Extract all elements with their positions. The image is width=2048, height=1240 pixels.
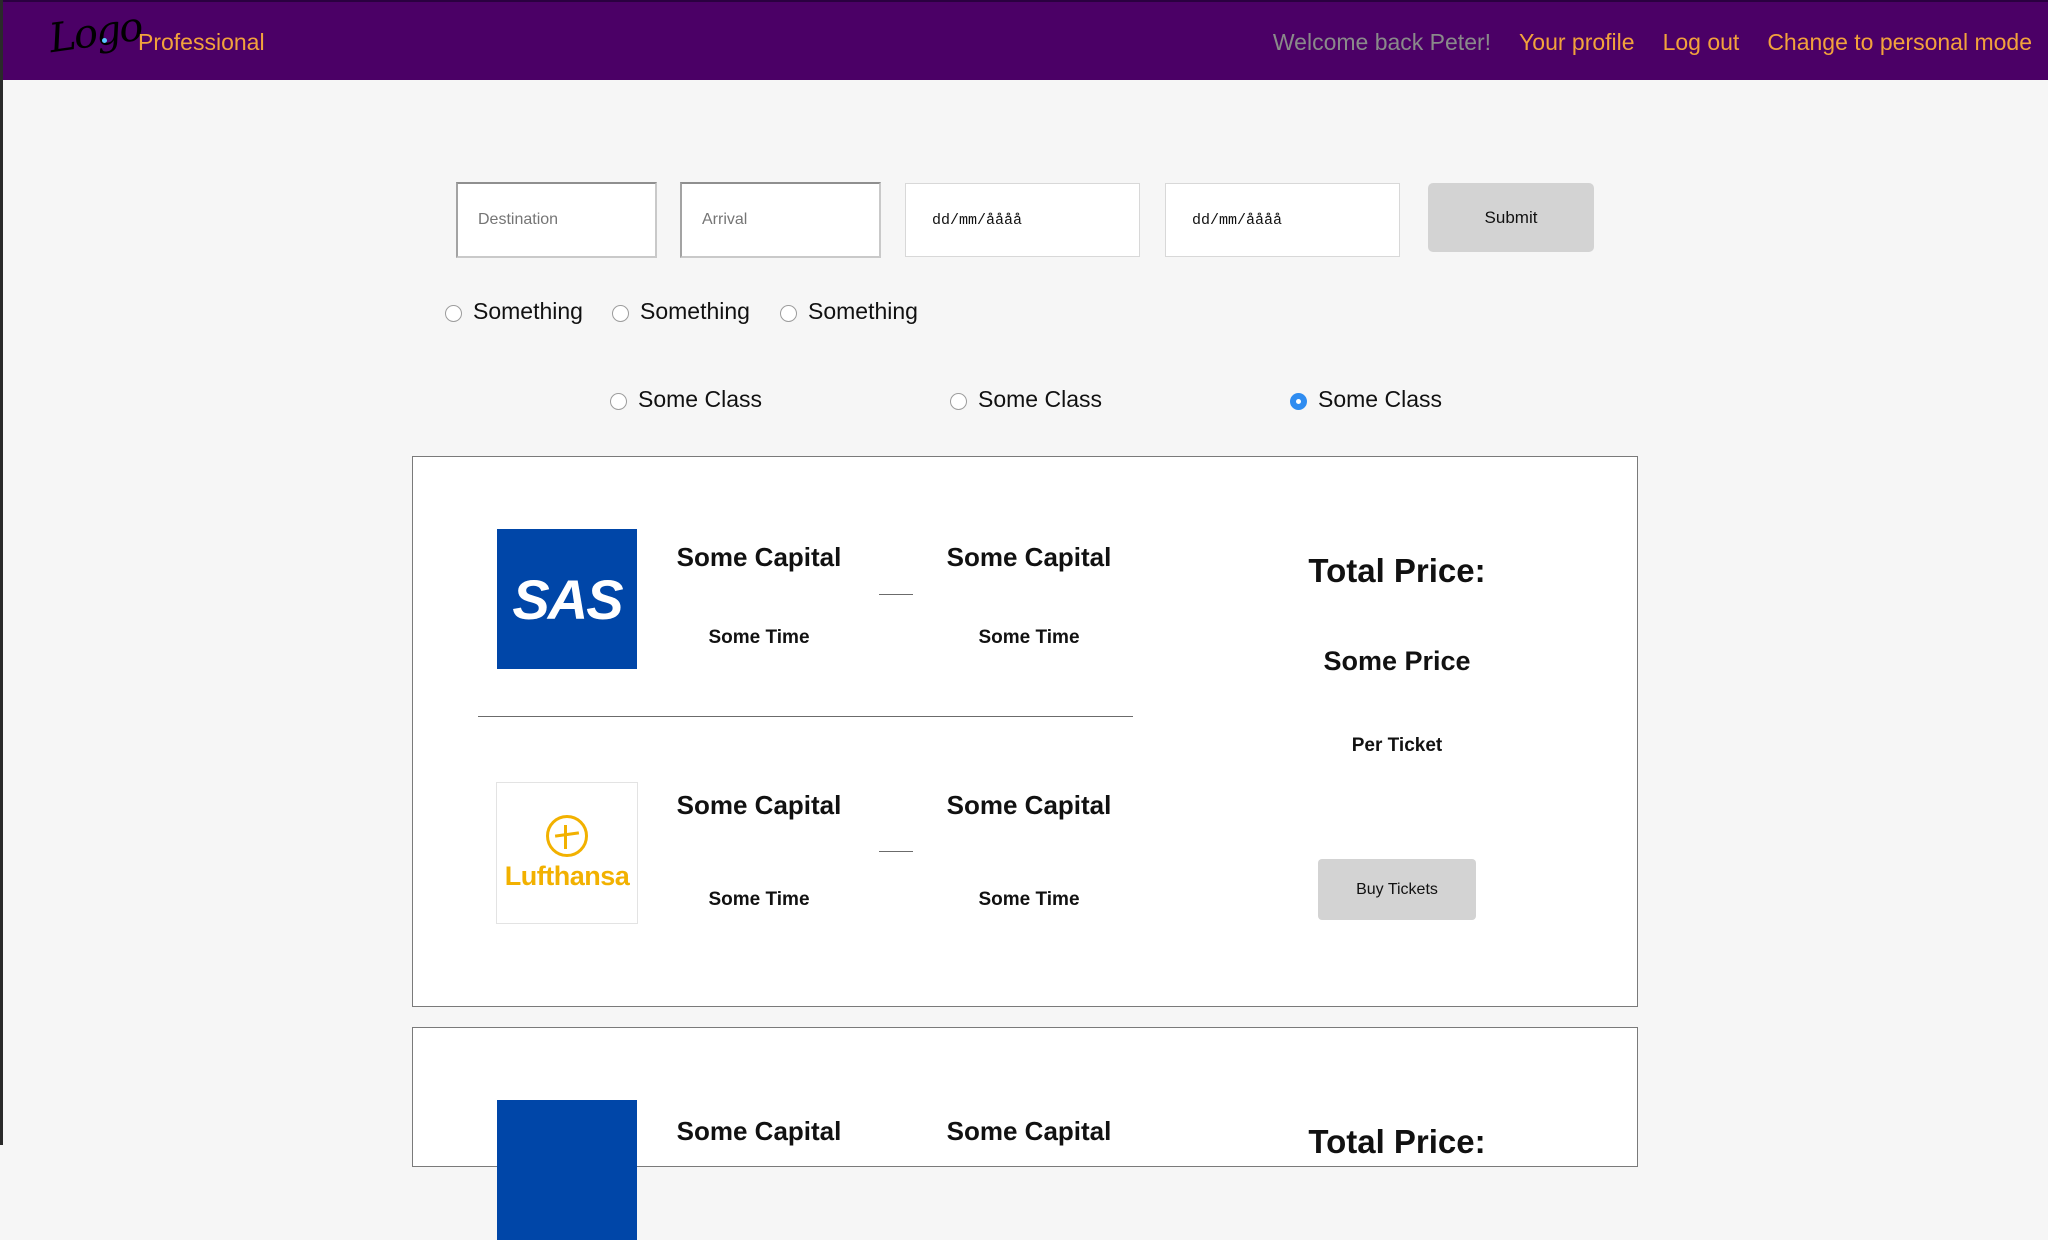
departure-city: Some Capital	[676, 1116, 842, 1146]
class-label: Some Class	[638, 386, 762, 412]
arrival-time: Some Time	[978, 627, 1080, 648]
radio-circle[interactable]	[610, 393, 627, 410]
sas-logo: SAS	[497, 529, 637, 669]
logo[interactable]: Logo	[46, 4, 144, 62]
class-radio-1[interactable]: Some Class	[610, 386, 762, 413]
mode-label[interactable]: Professional	[138, 29, 265, 56]
radio-circle[interactable]	[780, 305, 797, 322]
logo-dot	[102, 38, 107, 43]
arrival-city: Some Capital	[946, 542, 1112, 572]
arrival-city: Some Capital	[946, 790, 1112, 820]
crane-icon	[546, 814, 588, 857]
welcome-text: Welcome back Peter!	[1272, 29, 1492, 55]
total-price-label: Total Price:	[1308, 1123, 1486, 1160]
departure-city: Some Capital	[676, 542, 842, 572]
class-radio-3[interactable]: Some Class	[1290, 386, 1442, 413]
destination-input[interactable]	[456, 182, 657, 258]
option-radio-3[interactable]: Something	[780, 298, 918, 325]
departure-date-input[interactable]: dd/mm/åååå	[905, 183, 1140, 257]
per-ticket-label: Per Ticket	[1351, 735, 1443, 756]
sas-logo	[497, 1100, 637, 1240]
submit-button[interactable]: Submit	[1428, 183, 1594, 252]
departure-city: Some Capital	[676, 790, 842, 820]
radio-circle[interactable]	[950, 393, 967, 410]
radio-circle-checked[interactable]	[1290, 393, 1307, 410]
flight-result-card: SAS Some Capital Some Capital Some Time …	[412, 456, 1638, 1007]
buy-tickets-button[interactable]: Buy Tickets	[1318, 859, 1476, 920]
departure-time: Some Time	[708, 889, 810, 910]
option-label: Something	[640, 298, 750, 324]
option-label: Something	[473, 298, 583, 324]
option-radio-2[interactable]: Something	[612, 298, 750, 325]
departure-date-value: dd/mm/åååå	[932, 211, 1023, 229]
change-mode-link[interactable]: Change to personal mode	[1767, 29, 2032, 56]
radio-circle[interactable]	[612, 305, 629, 322]
arrival-city: Some Capital	[946, 1116, 1112, 1146]
departure-time: Some Time	[708, 627, 810, 648]
flight-result-card: Some Capital Some Capital Total Price:	[412, 1027, 1638, 1240]
logout-link[interactable]: Log out	[1663, 29, 1740, 56]
class-label: Some Class	[1318, 386, 1442, 412]
arrival-input[interactable]	[680, 182, 881, 258]
option-radio-1[interactable]: Something	[445, 298, 583, 325]
nav-links: Welcome back Peter! Your profile Log out…	[1273, 29, 2032, 56]
class-radio-2[interactable]: Some Class	[950, 386, 1102, 413]
flight-divider	[478, 716, 1133, 717]
return-date-input[interactable]: dd/mm/åååå	[1165, 183, 1400, 257]
radio-circle[interactable]	[445, 305, 462, 322]
arrival-time: Some Time	[978, 889, 1080, 910]
total-price-label: Total Price:	[1308, 552, 1486, 589]
class-label: Some Class	[978, 386, 1102, 412]
option-label: Something	[808, 298, 918, 324]
route-dash	[879, 594, 913, 595]
route-dash	[879, 851, 913, 852]
return-date-value: dd/mm/åååå	[1192, 211, 1283, 229]
window-edge	[0, 0, 3, 1145]
price-value: Some Price	[1323, 646, 1471, 676]
top-navbar: Logo Professional Welcome back Peter! Yo…	[3, 0, 2048, 80]
lufthansa-logo: Lufthansa	[496, 782, 638, 924]
profile-link[interactable]: Your profile	[1519, 29, 1635, 56]
